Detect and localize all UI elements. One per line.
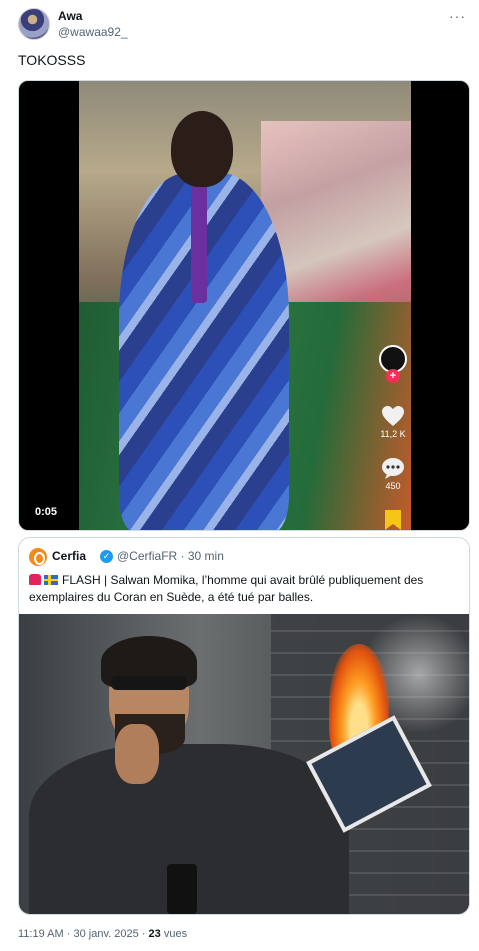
author-handle[interactable]: @wawaa92_ (58, 25, 128, 39)
comment-action[interactable]: 450 (371, 457, 415, 491)
sunglasses (111, 676, 187, 690)
alert-light-icon (29, 574, 41, 585)
bookmark-action[interactable] (371, 509, 415, 530)
quote-text: FLASH | Salwan Momika, l’homme qui avait… (29, 572, 461, 606)
tweet-meta: 11:19 AM · 30 janv. 2025 · 23 vues (18, 928, 187, 940)
quote-age[interactable]: 30 min (188, 549, 224, 563)
views-label: vues (163, 928, 188, 940)
meta-separator-2: · (141, 928, 146, 940)
views-count: 23 (148, 928, 161, 940)
meta-separator: · (66, 928, 71, 940)
quote-author-name[interactable]: Cerfia (52, 549, 86, 563)
quote-separator: · (180, 549, 185, 563)
quoted-tweet[interactable]: Cerfia ✓ @CerfiaFR · 30 min FLASH | Salw… (18, 537, 470, 915)
quote-author-meta: @CerfiaFR · 30 min (117, 549, 224, 563)
phone-on-tripod (167, 864, 197, 914)
quote-header: Cerfia ✓ @CerfiaFR · 30 min (29, 548, 459, 566)
avatar[interactable] (18, 8, 50, 40)
dancing-man (119, 111, 289, 530)
robe-trim (191, 183, 207, 303)
like-count: 11,2 K (380, 429, 406, 439)
sweden-flag-icon (44, 575, 58, 585)
quote-author-handle[interactable]: @CerfiaFR (117, 549, 177, 563)
bookmark-icon (385, 510, 401, 530)
more-options-icon[interactable]: ··· (449, 8, 466, 24)
verified-badge-icon: ✓ (100, 550, 113, 563)
tweet-header: Awa @wawaa92_ ··· (18, 6, 470, 42)
tweet-time[interactable]: 11:19 AM (18, 928, 64, 940)
like-action[interactable]: 11,2 K (371, 405, 415, 439)
video-frame (79, 81, 411, 530)
comment-count: 450 (385, 481, 401, 491)
head (171, 111, 233, 187)
author-name[interactable]: Awa (58, 9, 82, 23)
video-time: 0:05 (35, 506, 58, 518)
cerfia-logo-icon (29, 548, 47, 566)
heart-icon (382, 406, 404, 426)
tweet-date[interactable]: 30 janv. 2025 (73, 928, 138, 940)
comment-icon (382, 458, 404, 479)
video-player[interactable]: + 11,2 K 450 0:05 (18, 80, 470, 531)
tweet-text: TOKOSSS (18, 52, 86, 68)
hand-with-cigar (115, 724, 159, 784)
quote-photo[interactable] (19, 614, 469, 914)
quote-body: FLASH | Salwan Momika, l’homme qui avait… (29, 573, 424, 604)
follow-plus-icon[interactable]: + (386, 369, 400, 383)
tiktok-profile[interactable]: + (371, 345, 415, 389)
